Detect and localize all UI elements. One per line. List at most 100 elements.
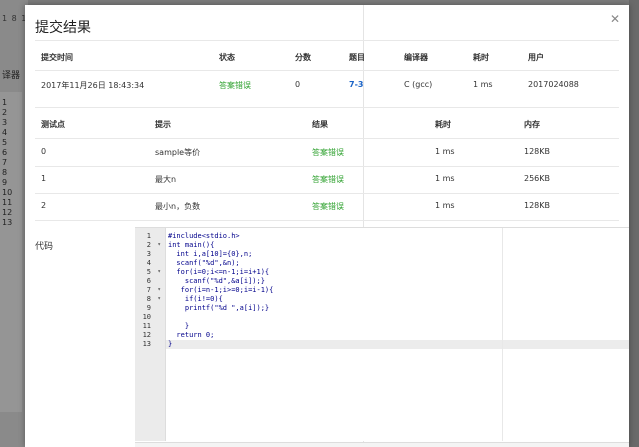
background-editor: 1 8 1 译器 1 2 3 4 5 6 7 8 9 10 11 12 13 bbox=[0, 0, 28, 447]
gutter-line: 3 bbox=[135, 250, 165, 259]
code-line: #include<stdio.h> bbox=[168, 232, 240, 240]
code-line: } bbox=[168, 340, 173, 348]
code-line: scanf("%d",&n); bbox=[168, 259, 240, 267]
test-id: 0 bbox=[41, 147, 47, 156]
background-line-number: 4 bbox=[2, 128, 8, 137]
gutter-line: 9 bbox=[135, 304, 165, 313]
code-line: scanf("%d",&a[i]);} bbox=[168, 277, 265, 285]
line-number: 9 bbox=[146, 304, 151, 312]
test-result: 答案错误 bbox=[312, 202, 344, 211]
line-number: 6 bbox=[146, 277, 151, 285]
header-compiler: 编译器 bbox=[404, 53, 428, 62]
line-number: 1 bbox=[146, 232, 151, 240]
problem-link[interactable]: 7-3 bbox=[349, 80, 363, 89]
test-id: 2 bbox=[41, 201, 47, 210]
active-line-highlight bbox=[135, 340, 629, 349]
gutter-line: 6 bbox=[135, 277, 165, 286]
header-problem: 题目 bbox=[349, 53, 365, 62]
score-value: 0 bbox=[295, 80, 301, 89]
editor-horizontal-scrollbar[interactable] bbox=[135, 442, 629, 447]
gutter-line: 4 bbox=[135, 259, 165, 268]
background-line-number: 3 bbox=[2, 118, 8, 127]
test-hint: sample等价 bbox=[155, 148, 201, 157]
fold-arrow-icon[interactable]: ▾ bbox=[157, 295, 161, 302]
code-line: int i,a[10]={0},n; bbox=[168, 250, 253, 258]
gutter-line: 8 ▾ bbox=[135, 295, 165, 304]
row-divider bbox=[35, 220, 619, 221]
summary-header-divider bbox=[35, 70, 619, 71]
background-line-number: 1 bbox=[2, 98, 8, 107]
gutter-line: 12 bbox=[135, 331, 165, 340]
print-margin bbox=[502, 228, 503, 441]
gutter-line: 7 ▾ bbox=[135, 286, 165, 295]
background-line-number: 5 bbox=[2, 138, 8, 147]
header-test-point: 测试点 bbox=[41, 120, 65, 129]
test-id: 1 bbox=[41, 174, 47, 183]
line-number: 8 bbox=[146, 295, 151, 303]
background-line-number: 13 bbox=[2, 218, 13, 227]
close-icon[interactable]: ✕ bbox=[609, 13, 621, 25]
test-hint: 最大n bbox=[155, 175, 177, 184]
submission-result-dialog: 提交结果 ✕ 提交时间 状态 分数 题目 编译器 耗时 用户 2017年11月2… bbox=[25, 5, 629, 447]
gutter-line: 2 ▾ bbox=[135, 241, 165, 250]
background-line-number: 10 bbox=[2, 188, 13, 197]
background-line-number: 2 bbox=[2, 108, 8, 117]
code-line: return 0; bbox=[168, 331, 215, 339]
header-hint: 提示 bbox=[155, 120, 171, 129]
background-line-number: 9 bbox=[2, 178, 8, 187]
summary-divider bbox=[35, 107, 619, 108]
line-number: 12 bbox=[142, 331, 151, 339]
line-number: 11 bbox=[142, 322, 151, 330]
gutter-line: 13 bbox=[135, 340, 165, 349]
line-number: 13 bbox=[142, 340, 151, 348]
elapsed-value: 1 ms bbox=[473, 80, 493, 89]
compiler-value: C (gcc) bbox=[404, 80, 433, 89]
header-score: 分数 bbox=[295, 53, 311, 62]
header-memory: 内存 bbox=[524, 120, 540, 129]
test-result: 答案错误 bbox=[312, 148, 344, 157]
user-value: 2017024088 bbox=[528, 80, 579, 89]
line-number: 4 bbox=[146, 259, 151, 267]
tests-header-divider bbox=[35, 138, 619, 139]
test-hint: 最小n，负数 bbox=[155, 202, 201, 211]
header-user: 用户 bbox=[528, 53, 544, 62]
fold-arrow-icon[interactable]: ▾ bbox=[157, 268, 161, 275]
test-result: 答案错误 bbox=[312, 175, 344, 184]
row-divider bbox=[35, 193, 619, 194]
line-number: 7 bbox=[146, 286, 151, 294]
test-time: 1 ms bbox=[435, 174, 455, 183]
code-label: 代码 bbox=[35, 242, 54, 252]
background-label: 译器 bbox=[2, 71, 21, 81]
line-number: 2 bbox=[146, 241, 151, 249]
line-number: 5 bbox=[146, 268, 151, 276]
fold-arrow-icon[interactable]: ▾ bbox=[157, 286, 161, 293]
gutter-line: 5 ▾ bbox=[135, 268, 165, 277]
test-time: 1 ms bbox=[435, 201, 455, 210]
background-line-number: 11 bbox=[2, 198, 13, 207]
header-status: 状态 bbox=[219, 53, 235, 62]
test-memory: 128KB bbox=[524, 201, 551, 210]
fold-arrow-icon[interactable]: ▾ bbox=[157, 241, 161, 248]
background-scrollbar bbox=[629, 0, 639, 447]
line-number: 10 bbox=[142, 313, 151, 321]
code-line: } bbox=[168, 322, 190, 330]
header-submit-time: 提交时间 bbox=[41, 53, 73, 62]
title-divider bbox=[35, 40, 619, 41]
submit-time: 2017年11月26日 18:43:34 bbox=[41, 81, 145, 90]
gutter-line: 1 bbox=[135, 232, 165, 241]
background-top-text: 1 8 1 bbox=[2, 14, 28, 23]
background-line-number: 7 bbox=[2, 158, 8, 167]
gutter-line: 11 bbox=[135, 322, 165, 331]
header-elapsed: 耗时 bbox=[473, 53, 489, 62]
gutter-line: 10 bbox=[135, 313, 165, 322]
code-line: int main(){ bbox=[168, 241, 215, 249]
background-line-number: 6 bbox=[2, 148, 8, 157]
test-memory: 128KB bbox=[524, 147, 551, 156]
code-line: if(i!=0){ bbox=[168, 295, 223, 303]
dialog-title: 提交结果 bbox=[35, 20, 91, 36]
background-line-number: 8 bbox=[2, 168, 8, 177]
code-editor[interactable]: 1 #include<stdio.h> 2 ▾ int main(){3 int i,a… bbox=[135, 227, 629, 441]
header-result: 结果 bbox=[312, 120, 328, 129]
row-divider bbox=[35, 166, 619, 167]
test-time: 1 ms bbox=[435, 147, 455, 156]
